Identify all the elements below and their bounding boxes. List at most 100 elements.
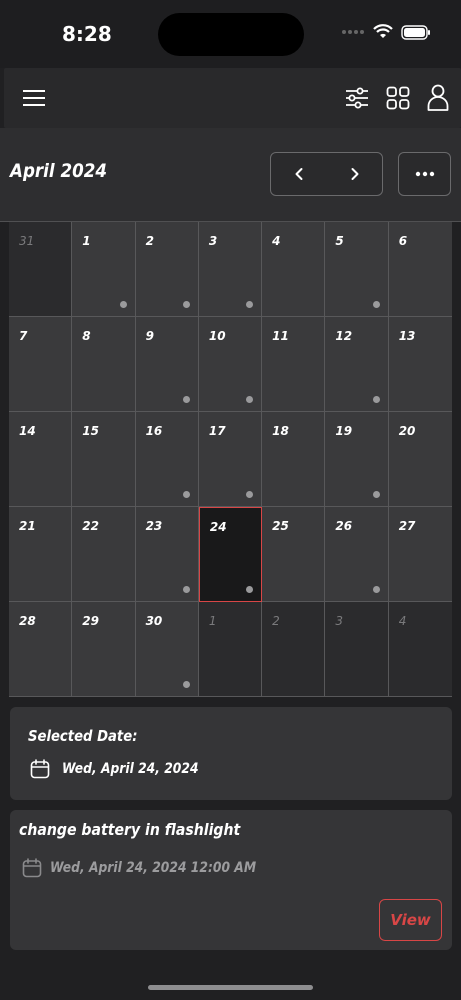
more-options-button[interactable]: [398, 152, 451, 196]
day-number: 1: [82, 234, 91, 248]
day-number: 14: [19, 424, 36, 438]
day-number: 1: [208, 614, 217, 628]
calendar-day[interactable]: 14: [9, 412, 73, 507]
calendar-day[interactable]: 31: [9, 222, 73, 317]
event-indicator-dot: [182, 491, 190, 498]
calendar-day[interactable]: 9: [135, 317, 199, 412]
person-icon[interactable]: [427, 84, 449, 112]
chevron-right-icon: [351, 168, 359, 180]
calendar-day[interactable]: 4: [388, 602, 452, 697]
day-number: 11: [272, 329, 289, 343]
calendar-icon: [30, 759, 50, 779]
calendar-day[interactable]: 12: [325, 317, 389, 412]
day-number: 2: [145, 234, 154, 248]
app-bar: [4, 68, 461, 128]
month-nav: [270, 152, 383, 196]
calendar-day[interactable]: 1: [198, 602, 263, 697]
hamburger-icon[interactable]: [22, 88, 46, 108]
day-number: 18: [272, 424, 289, 438]
calendar-day[interactable]: 17: [198, 412, 263, 507]
calendar-day[interactable]: 1: [72, 222, 136, 317]
day-number: 13: [398, 329, 416, 343]
calendar-day-selected[interactable]: 24: [198, 507, 263, 602]
event-indicator-dot: [372, 491, 380, 498]
view-button[interactable]: View: [379, 899, 442, 941]
day-number: 26: [335, 519, 353, 533]
selected-date-card: Selected Date: Wed, April 24, 2024: [10, 707, 452, 800]
event-indicator-dot: [246, 396, 254, 403]
day-number: 24: [209, 520, 227, 534]
event-indicator-dot: [246, 491, 254, 498]
selected-date-label: Selected Date:: [28, 727, 138, 745]
calendar-day[interactable]: 18: [262, 412, 326, 507]
day-number: 17: [208, 424, 226, 438]
calendar-day[interactable]: 3: [325, 602, 389, 697]
signal-icon: [342, 30, 364, 34]
calendar-day[interactable]: 2: [262, 602, 326, 697]
event-indicator-dot: [182, 396, 190, 403]
calendar-day[interactable]: 29: [72, 602, 136, 697]
day-number: 16: [145, 424, 163, 438]
prev-month-button[interactable]: [271, 153, 327, 195]
day-number: 23: [145, 519, 163, 533]
day-number: 25: [272, 519, 289, 533]
status-icons: [341, 24, 431, 40]
calendar-day[interactable]: 15: [72, 412, 136, 507]
calendar-day[interactable]: 4: [262, 222, 326, 317]
ellipsis-icon: [415, 171, 434, 177]
event-card[interactable]: change battery in flashlight Wed, April …: [10, 810, 452, 950]
day-number: 6: [398, 234, 408, 248]
month-title: April 2024: [10, 160, 107, 182]
day-number: 31: [19, 234, 35, 248]
calendar-day[interactable]: 30: [135, 602, 199, 697]
calendar-day[interactable]: 11: [262, 317, 326, 412]
calendar-day[interactable]: 8: [72, 317, 136, 412]
calendar-day[interactable]: 6: [388, 222, 452, 317]
status-bar: 8:28: [0, 0, 461, 68]
calendar-day[interactable]: 3: [198, 222, 263, 317]
event-indicator-dot: [372, 396, 380, 403]
home-indicator[interactable]: [148, 985, 313, 990]
day-number: 4: [272, 234, 281, 248]
calendar-day[interactable]: 21: [9, 507, 73, 602]
selected-date-value: Wed, April 24, 2024: [62, 761, 199, 777]
event-date: Wed, April 24, 2024 12:00 AM: [50, 860, 257, 876]
calendar-day[interactable]: 10: [198, 317, 263, 412]
event-indicator-dot: [372, 301, 380, 308]
day-number: 4: [398, 614, 407, 628]
day-number: 8: [82, 329, 91, 343]
battery-icon: [401, 24, 430, 40]
calendar-day[interactable]: 7: [9, 317, 73, 412]
calendar-day[interactable]: 5: [325, 222, 389, 317]
dynamic-island: [158, 13, 304, 56]
wifi-icon: [373, 24, 393, 38]
calendar-day[interactable]: 13: [388, 317, 452, 412]
calendar-day[interactable]: 16: [135, 412, 199, 507]
day-number: 20: [398, 424, 416, 438]
calendar-day[interactable]: 25: [262, 507, 326, 602]
calendar-day[interactable]: 27: [388, 507, 452, 602]
day-number: 22: [82, 519, 99, 533]
calendar-day[interactable]: 19: [325, 412, 389, 507]
calendar-day[interactable]: 26: [325, 507, 389, 602]
grid-icon[interactable]: [386, 86, 410, 110]
calendar-day[interactable]: 22: [72, 507, 136, 602]
day-number: 27: [398, 519, 416, 533]
day-number: 9: [145, 329, 154, 343]
day-number: 15: [82, 424, 99, 438]
calendar-day[interactable]: 20: [388, 412, 452, 507]
day-number: 21: [19, 519, 36, 533]
day-number: 3: [208, 234, 218, 248]
calendar-day[interactable]: 28: [9, 602, 73, 697]
calendar-day[interactable]: 2: [135, 222, 199, 317]
event-indicator-dot: [246, 301, 254, 308]
event-indicator-dot: [182, 301, 190, 308]
day-number: 7: [19, 329, 28, 343]
event-title: change battery in flashlight: [19, 820, 241, 839]
sliders-icon[interactable]: [345, 86, 369, 110]
next-month-button[interactable]: [327, 153, 383, 195]
selected-date-row: Wed, April 24, 2024: [30, 759, 217, 779]
day-number: 29: [82, 614, 99, 628]
day-number: 5: [335, 234, 344, 248]
calendar-day[interactable]: 23: [135, 507, 199, 602]
